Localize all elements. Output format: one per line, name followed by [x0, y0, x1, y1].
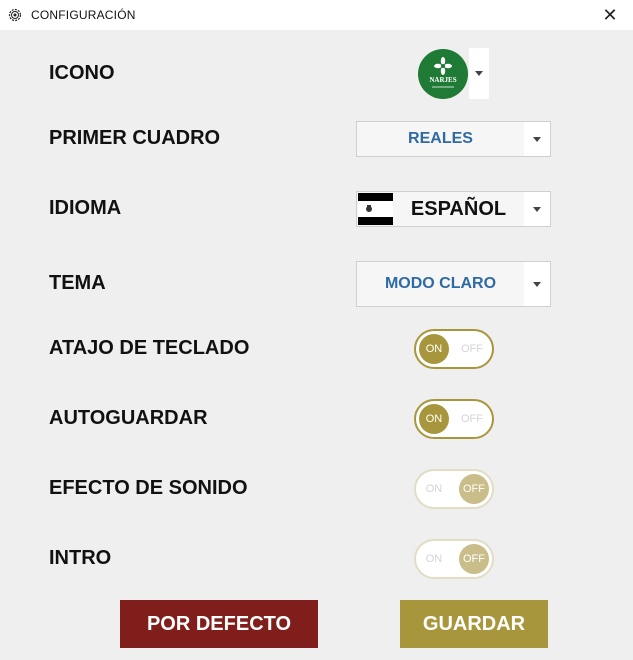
reset-defaults-button[interactable]: POR DEFECTO — [120, 600, 318, 648]
close-button[interactable]: ✕ — [587, 0, 633, 30]
sound-label: EFECTO DE SONIDO — [49, 477, 248, 499]
toggle-off-text: OFF — [461, 343, 483, 355]
title-bar: CONFIGURACIÓN ✕ — [0, 0, 633, 30]
save-button[interactable]: GUARDAR — [400, 600, 548, 648]
icon-label: ICONO — [49, 62, 115, 84]
logo-text: NARJES — [429, 76, 457, 84]
first-table-select[interactable]: REALES — [356, 121, 551, 157]
sound-toggle[interactable]: ON OFF — [414, 469, 494, 509]
narjes-logo-icon: NARJES — [418, 49, 468, 99]
language-select[interactable]: ESPAÑOL — [356, 191, 551, 227]
first-table-label: PRIMER CUADRO — [49, 127, 221, 149]
language-label: IDIOMA — [49, 197, 122, 219]
first-table-value: REALES — [408, 130, 473, 147]
toggle-off-text: OFF — [461, 413, 483, 425]
toggle-on-text: ON — [425, 413, 443, 425]
intro-label: INTRO — [49, 547, 112, 569]
autosave-toggle[interactable]: ON OFF — [414, 399, 494, 439]
flag-icon — [358, 193, 393, 225]
chevron-down-icon[interactable] — [524, 122, 550, 156]
chevron-down-icon[interactable] — [524, 192, 550, 226]
chevron-down-icon[interactable] — [524, 262, 550, 306]
toggle-off-text: OFF — [463, 553, 485, 565]
theme-label: TEMA — [49, 272, 106, 294]
theme-select[interactable]: MODO CLARO — [356, 261, 551, 307]
window-title: CONFIGURACIÓN — [31, 8, 136, 22]
toggle-on-text: ON — [425, 483, 443, 495]
intro-toggle[interactable]: ON OFF — [414, 539, 494, 579]
chevron-down-icon[interactable] — [469, 48, 489, 99]
settings-gear-icon — [8, 8, 22, 22]
autosave-label: AUTOGUARDAR — [49, 407, 208, 429]
language-value: ESPAÑOL — [410, 197, 507, 220]
toggle-on-text: ON — [425, 553, 443, 565]
flower-icon — [432, 57, 454, 88]
icon-select[interactable]: NARJES — [418, 48, 489, 99]
shortcut-toggle[interactable]: ON OFF — [414, 329, 494, 369]
close-icon: ✕ — [602, 4, 618, 25]
theme-value: MODO CLARO — [384, 275, 497, 292]
toggle-on-text: ON — [425, 343, 443, 355]
toggle-off-text: OFF — [463, 483, 485, 495]
shortcut-label: ATAJO DE TECLADO — [49, 337, 250, 359]
